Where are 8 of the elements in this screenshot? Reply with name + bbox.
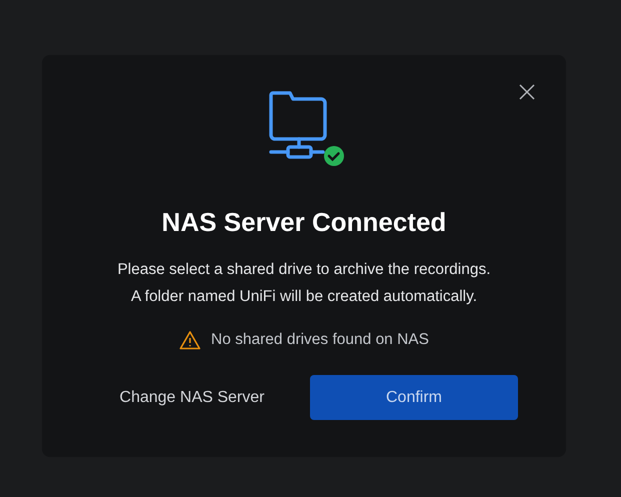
warning-icon [179, 330, 201, 350]
confirm-button[interactable]: Confirm [310, 375, 518, 420]
warning-text: No shared drives found on NAS [211, 330, 429, 350]
dialog-title: NAS Server Connected [162, 206, 446, 238]
description-text: A folder named UniFi will be created automatically. [130, 287, 478, 307]
close-icon [519, 84, 535, 100]
description-text: Please select a shared drive to archive the recordings. [117, 260, 491, 280]
change-server-button[interactable]: Change NAS Server [90, 375, 294, 420]
